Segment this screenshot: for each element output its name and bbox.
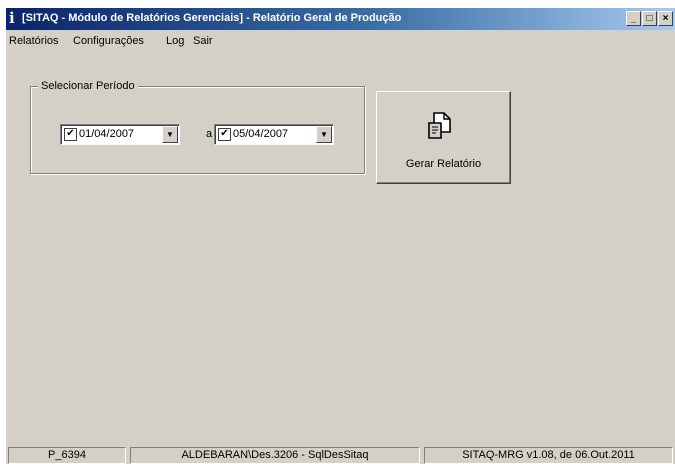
start-date-dropdown-button[interactable]: ▼ <box>162 126 178 143</box>
status-bar: P_6394 ALDEBARAN\Des.3206 - SqlDesSitaq … <box>6 446 675 464</box>
generate-report-button[interactable]: Gerar Relatório <box>376 91 511 184</box>
menu-sair[interactable]: Sair <box>193 35 213 47</box>
chevron-down-icon: ▼ <box>320 130 328 139</box>
generate-report-label: Gerar Relatório <box>405 158 482 170</box>
end-date-picker[interactable]: ✔ 05/04/2007 ▼ <box>214 124 334 145</box>
end-date-dropdown-button[interactable]: ▼ <box>316 126 332 143</box>
end-date-checkbox[interactable]: ✔ <box>218 128 231 141</box>
minimize-button[interactable]: _ <box>626 11 641 26</box>
maximize-button[interactable]: □ <box>642 11 657 26</box>
start-date-checkbox[interactable]: ✔ <box>64 128 77 141</box>
start-date-value[interactable]: 01/04/2007 <box>79 128 134 140</box>
end-date-value[interactable]: 05/04/2007 <box>233 128 288 140</box>
report-document-icon <box>428 112 451 139</box>
period-legend: Selecionar Período <box>38 80 138 92</box>
date-range-separator: a <box>206 128 213 140</box>
main-window: i [SITAQ - Módulo de Relatórios Gerencia… <box>6 8 675 464</box>
start-date-picker[interactable]: ✔ 01/04/2007 ▼ <box>60 124 180 145</box>
status-panel-version: SITAQ-MRG v1.08, de 06.Out.2011 <box>424 447 673 464</box>
chevron-down-icon: ▼ <box>166 130 174 139</box>
maximize-icon: □ <box>646 13 653 24</box>
title-bar[interactable]: i [SITAQ - Módulo de Relatórios Gerencia… <box>6 8 675 30</box>
close-button[interactable]: × <box>658 11 673 26</box>
menu-configuracoes[interactable]: Configurações <box>73 35 144 47</box>
minimize-icon: _ <box>630 13 637 24</box>
menu-relatorios[interactable]: Relatórios <box>9 35 59 47</box>
window-title: [SITAQ - Módulo de Relatórios Gerenciais… <box>22 12 402 24</box>
status-panel-database: ALDEBARAN\Des.3206 - SqlDesSitaq <box>130 447 420 464</box>
menu-log[interactable]: Log <box>166 35 184 47</box>
close-icon: × <box>662 13 669 24</box>
status-panel-user: P_6394 <box>8 447 126 464</box>
info-icon[interactable]: i <box>9 11 21 26</box>
